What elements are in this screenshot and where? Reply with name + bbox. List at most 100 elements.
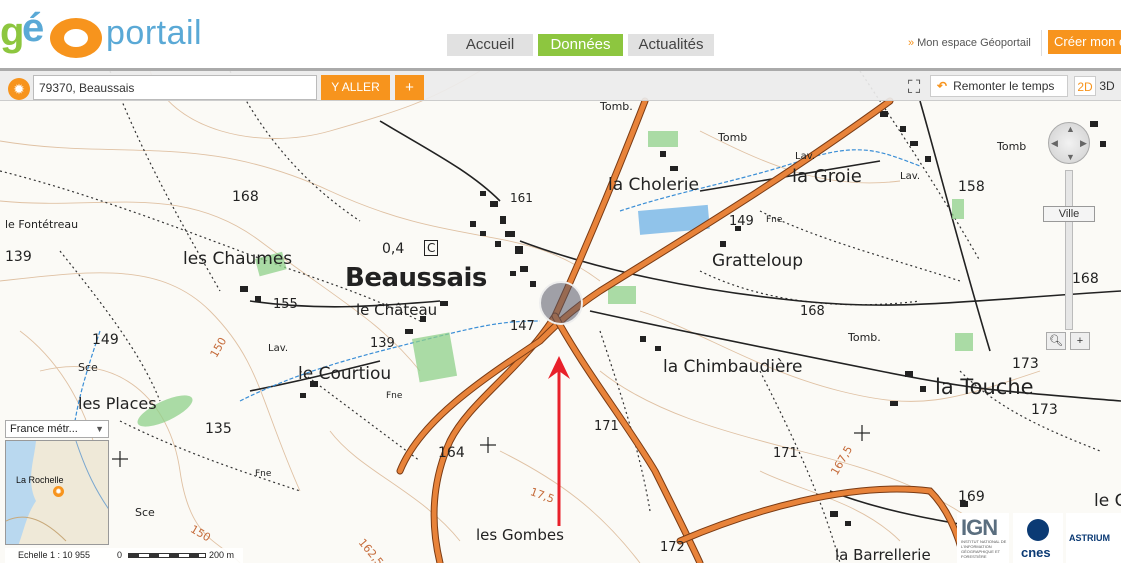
search-input[interactable] (33, 75, 317, 100)
logo-g: g (0, 10, 25, 54)
map-viewport[interactable]: le Fontétreau les Chaumes Beaussais le C… (0, 71, 1121, 563)
label-la-groie: la Groie (792, 166, 862, 187)
overview-place-label: La Rochelle (16, 475, 64, 485)
astrium-logo[interactable]: ASTRIUM (1066, 513, 1121, 563)
label-la-chimbaudiere: la Chimbaudière (663, 357, 803, 377)
cnes-logo-mark (1027, 519, 1049, 541)
label-tomb-2: Tomb (718, 131, 748, 144)
elevation-149a: 149 (729, 214, 754, 229)
elevation-173b: 173 (1031, 402, 1058, 418)
label-lav-2: Lav. (900, 171, 921, 182)
label-tomb-4: Tomb. (848, 331, 881, 344)
label-les-places: les Places (78, 394, 157, 413)
more-options-button[interactable]: + (395, 75, 424, 100)
overview-map[interactable]: La Rochelle ✹ (5, 440, 109, 545)
view-2d-toggle[interactable]: 2D (1074, 76, 1096, 96)
scale-bar: Echelle 1 : 10 955 0 200 m (5, 548, 243, 563)
label-le-courtiou: le Courtiou (298, 364, 392, 384)
label-fne-3: Fne (255, 469, 272, 479)
label-le-c: le C (1094, 491, 1121, 511)
pan-control[interactable]: ▲ ▼ ◀ ▶ (1048, 122, 1090, 164)
map-drawing (0, 71, 1121, 563)
overview-position-icon: ✹ (53, 486, 64, 497)
elevation-173a: 173 (1012, 356, 1039, 372)
location-marker (539, 281, 583, 325)
ign-logo[interactable]: IGN INSTITUT NATIONAL DE L'INFORMATION G… (957, 513, 1009, 563)
remonter-le-temps-button[interactable]: ↶ Remonter le temps (930, 75, 1068, 97)
region-select-value: France métr... (10, 423, 78, 435)
ign-logo-mark: IGN (961, 515, 998, 540)
view-3d-toggle[interactable]: 3D (1096, 76, 1118, 96)
zoom-slider[interactable] (1065, 170, 1073, 330)
scale-graphic (128, 553, 206, 558)
cnes-logo[interactable]: cnes (1013, 513, 1063, 563)
label-fne-2: Fne (386, 391, 403, 401)
logo-o (50, 18, 102, 58)
label-gratteloup: Gratteloup (712, 251, 804, 271)
elevation-172: 172 (660, 540, 685, 555)
label-sce-1: Sce (78, 361, 98, 374)
elevation-149b: 149 (92, 332, 119, 348)
elevation-135: 135 (205, 421, 232, 437)
label-lav-1: Lav. (795, 151, 816, 162)
label-beaussais: Beaussais (345, 263, 487, 293)
elevation-155: 155 (273, 297, 298, 312)
ign-logo-subtitle: INSTITUT NATIONAL DE L'INFORMATION GÉOGR… (961, 539, 1007, 559)
pan-down-icon[interactable]: ▼ (1066, 152, 1075, 162)
elevation-139b: 139 (370, 336, 395, 351)
go-button[interactable]: Y ALLER (321, 75, 390, 100)
chevron-down-icon: ▼ (95, 424, 104, 434)
scale-zero: 0 (117, 550, 123, 560)
elevation-168c: 168 (1072, 271, 1099, 287)
label-la-cholerie: la Cholerie (608, 175, 699, 195)
location-target-icon[interactable]: ✹ (8, 78, 30, 100)
chevron-right-icon: » (908, 37, 915, 49)
pan-left-icon[interactable]: ◀ (1051, 138, 1058, 149)
scale-ratio: Echelle 1 : 10 955 (18, 550, 91, 560)
label-la-barrellerie: la Barrellerie (835, 546, 931, 563)
label-fne-1: Fne (766, 215, 783, 225)
zoom-in-icon[interactable]: + (1070, 332, 1090, 350)
label-le-chateau: le Château (356, 301, 438, 319)
elevation-169: 169 (958, 489, 985, 505)
label-fontetreau: le Fontétreau (5, 218, 79, 231)
pan-up-icon[interactable]: ▲ (1066, 124, 1075, 134)
elevation-147: 147 (510, 319, 535, 334)
create-account-button[interactable]: Créer mon e (1048, 30, 1121, 54)
label-tomb-3: Tomb (997, 140, 1027, 153)
remonter-label: Remonter le temps (953, 79, 1055, 93)
astrium-logo-text: ASTRIUM (1069, 533, 1110, 543)
undo-arrow-icon: ↶ (937, 79, 948, 93)
elevation-139a: 139 (5, 249, 32, 265)
region-select[interactable]: France métr... ▼ (5, 420, 109, 438)
label-sce-2: Sce (135, 506, 155, 519)
elevation-161: 161 (510, 191, 533, 205)
mon-espace-label: Mon espace Géoportail (917, 37, 1031, 49)
elevation-171b: 171 (773, 446, 798, 461)
scale-distance: 200 m (209, 550, 235, 560)
label-les-gombes: les Gombes (476, 526, 564, 544)
nav-donnees[interactable]: Données (538, 34, 623, 56)
elevation-158: 158 (958, 179, 985, 195)
pan-right-icon[interactable]: ▶ (1080, 138, 1087, 149)
zoom-level-label[interactable]: Ville (1043, 206, 1095, 222)
label-les-chaumes: les Chaumes (183, 249, 293, 269)
nav-actualites[interactable]: Actualités (628, 34, 714, 56)
elevation-168b: 168 (800, 304, 825, 319)
elevation-171a: 171 (594, 419, 619, 434)
header-divider (1041, 30, 1042, 56)
elevation-168a: 168 (232, 189, 259, 205)
elevation-164: 164 (438, 445, 465, 461)
logo-e: é (22, 6, 45, 50)
site-header: g é portail Accueil Données Actualités »… (0, 0, 1121, 68)
nav-accueil[interactable]: Accueil (447, 34, 533, 56)
zoom-magnifier-icon[interactable]: 🔍︎ (1046, 332, 1066, 350)
label-tomb-1: Tomb. (600, 100, 633, 113)
fullscreen-icon[interactable]: ⛶ (902, 75, 926, 99)
mon-espace-link[interactable]: » Mon espace Géoportail (908, 37, 1031, 49)
app-window: g é portail Accueil Données Actualités »… (0, 0, 1121, 563)
elevation-0-4: 0,4 (382, 241, 405, 257)
label-la-touche: la Touche (935, 375, 1034, 399)
label-c-box: C (424, 240, 439, 256)
cnes-logo-text: cnes (1021, 545, 1051, 560)
